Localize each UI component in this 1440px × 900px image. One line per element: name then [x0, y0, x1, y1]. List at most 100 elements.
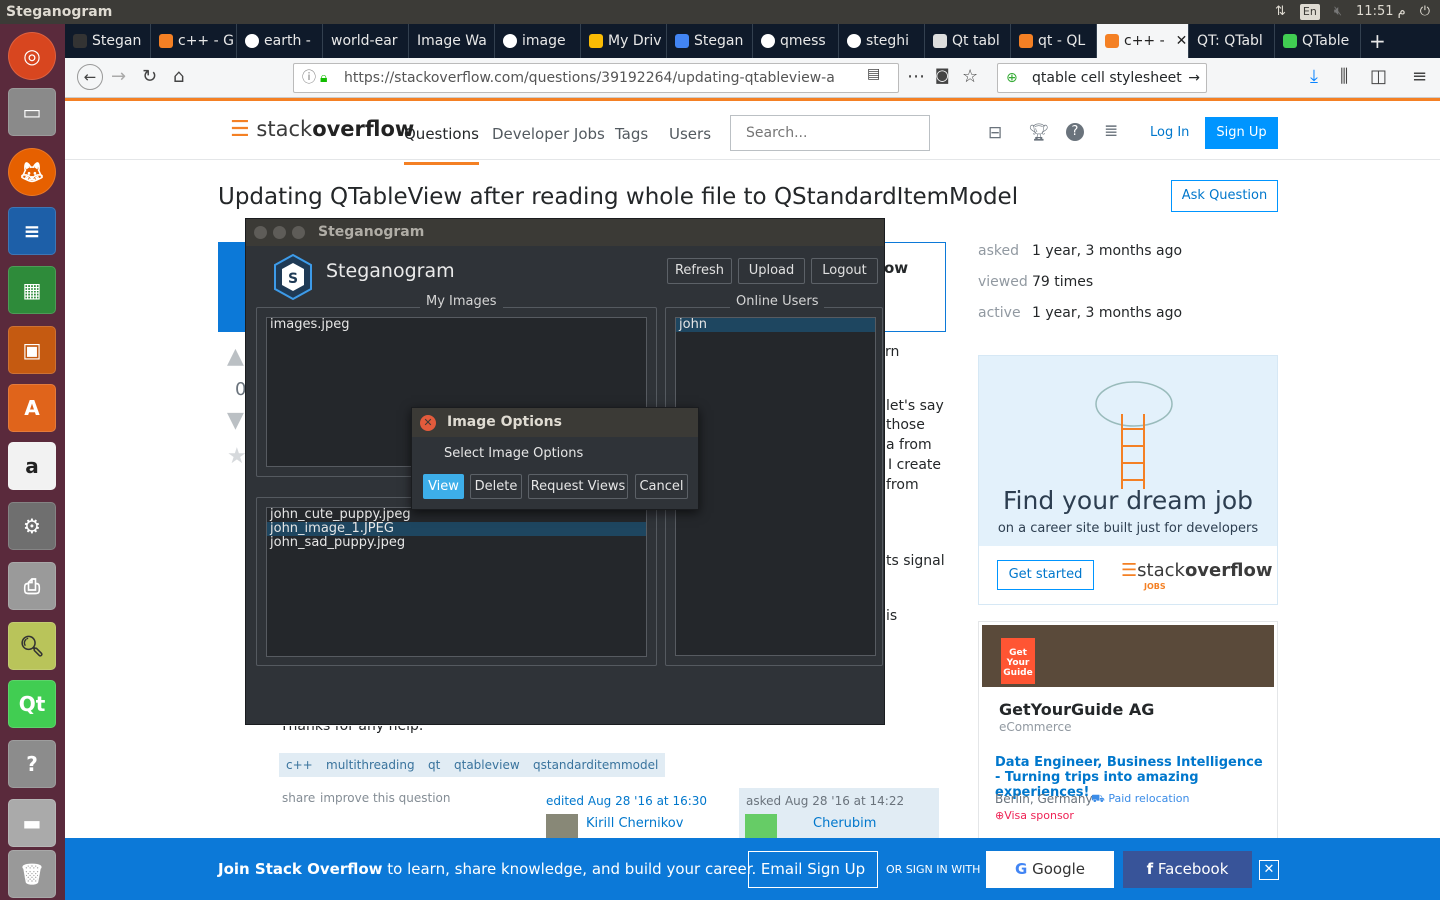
editor-name[interactable]: Kirill Chernikov: [586, 816, 683, 831]
google-signin-button[interactable]: G Google: [986, 851, 1114, 888]
user-images-list[interactable]: john_cute_puppy.jpeg john_image_1.JPEG j…: [266, 507, 647, 657]
browser-tab[interactable]: c++ - G: [151, 24, 237, 58]
browser-tab[interactable]: QTable: [1275, 24, 1361, 58]
login-link[interactable]: Log In: [1150, 125, 1189, 140]
avatar[interactable]: [745, 814, 777, 840]
logout-button[interactable]: Logout: [811, 258, 878, 284]
upvote-icon[interactable]: ▲: [227, 344, 244, 369]
qt-creator-icon[interactable]: Qt: [8, 680, 56, 728]
get-started-button[interactable]: Get started: [997, 560, 1094, 590]
refresh-button[interactable]: Refresh: [667, 258, 732, 284]
tag[interactable]: multithreading: [319, 753, 422, 777]
search-go-icon[interactable]: →: [1188, 64, 1200, 92]
question-title[interactable]: Updating QTableView after reading whole …: [218, 184, 1018, 210]
inbox-icon[interactable]: ⊟: [988, 123, 1002, 143]
browser-tab[interactable]: world-ear: [323, 24, 409, 58]
browser-tab[interactable]: Stegan: [667, 24, 753, 58]
amazon-icon[interactable]: a: [8, 442, 56, 490]
close-tab-icon[interactable]: ✕: [1176, 24, 1188, 58]
impress-icon[interactable]: ▣: [8, 326, 56, 374]
help-icon[interactable]: ?: [1066, 123, 1084, 141]
minimize-window-icon[interactable]: [273, 226, 286, 239]
printer-icon[interactable]: ⎙: [8, 562, 56, 610]
browser-tab[interactable]: QT: QTabl: [1189, 24, 1275, 58]
browser-tab[interactable]: Stegan: [65, 24, 151, 58]
nav-users[interactable]: Users: [669, 125, 711, 143]
browser-tab[interactable]: image: [495, 24, 581, 58]
maximize-window-icon[interactable]: [292, 226, 305, 239]
writer-icon[interactable]: ≡: [8, 207, 56, 255]
avatar[interactable]: [546, 814, 578, 840]
nav-questions[interactable]: Questions: [404, 125, 479, 165]
ask-question-button[interactable]: Ask Question: [1171, 180, 1278, 212]
firefox-icon[interactable]: 🦊︎: [8, 148, 56, 196]
volume-icon[interactable]: 🔇︎: [1334, 0, 1342, 24]
new-tab-button[interactable]: +: [1361, 24, 1391, 58]
help-icon[interactable]: ?: [8, 740, 56, 788]
view-button[interactable]: View: [423, 474, 464, 499]
info-icon[interactable]: ⓘ: [302, 64, 316, 92]
improve-link[interactable]: improve this question: [320, 791, 451, 805]
favorite-icon[interactable]: ★: [227, 444, 247, 469]
search-bar[interactable]: ⊕ qtable cell stylesheet →: [997, 63, 1207, 93]
share-link[interactable]: share: [282, 791, 315, 805]
power-icon[interactable]: ⏻: [1420, 0, 1430, 24]
network-icon[interactable]: ⇅: [1275, 0, 1286, 24]
drive-icon[interactable]: ▬: [8, 799, 56, 847]
signup-button[interactable]: Sign Up: [1205, 117, 1278, 149]
list-item[interactable]: images.jpeg: [267, 318, 646, 332]
site-switcher-icon[interactable]: ≣: [1104, 121, 1118, 141]
downvote-icon[interactable]: ▼: [227, 408, 244, 433]
sidebar-icon[interactable]: ◫: [1370, 66, 1387, 87]
calc-icon[interactable]: ▦: [8, 266, 56, 314]
tag[interactable]: qstandarditemmodel: [526, 753, 666, 777]
software-center-icon[interactable]: A: [8, 384, 56, 432]
browser-tab[interactable]: steghi: [839, 24, 925, 58]
settings-icon[interactable]: ⚙: [8, 502, 56, 550]
browser-tab[interactable]: qt - QL: [1011, 24, 1097, 58]
reader-view-icon[interactable]: ▤: [867, 66, 880, 82]
so-logo[interactable]: ☰ stackoverflow: [230, 117, 414, 142]
upload-button[interactable]: Upload: [738, 258, 805, 284]
image-viewer-icon[interactable]: 🔍︎: [8, 622, 56, 670]
downloads-icon[interactable]: ⤓: [1310, 66, 1318, 87]
browser-tab-active[interactable]: c++ - ✕: [1097, 24, 1189, 58]
browser-tab[interactable]: qmess: [753, 24, 839, 58]
cancel-button[interactable]: Cancel: [635, 474, 688, 499]
menu-icon[interactable]: ≡: [1412, 66, 1427, 87]
window-titlebar[interactable]: Steganogram: [246, 219, 884, 246]
delete-button[interactable]: Delete: [470, 474, 522, 499]
page-actions-icon[interactable]: ⋯: [907, 66, 925, 87]
browser-tab[interactable]: Image Wa: [409, 24, 495, 58]
company-name[interactable]: GetYourGuide AG: [999, 700, 1154, 719]
reload-icon[interactable]: ↻: [142, 66, 157, 87]
company-ad[interactable]: Get Your Guide GetYourGuide AG eCommerce…: [978, 621, 1278, 851]
files-icon[interactable]: ▭: [8, 88, 56, 136]
forward-icon[interactable]: →: [111, 66, 126, 87]
ubuntu-dash-icon[interactable]: ◎: [8, 32, 56, 80]
back-icon[interactable]: ←: [77, 64, 103, 90]
keyboard-layout[interactable]: En: [1299, 4, 1320, 20]
tag[interactable]: qtableview: [447, 753, 527, 777]
tag[interactable]: qt: [421, 753, 448, 777]
list-item-selected[interactable]: john_image_1.JPEG: [267, 522, 646, 536]
pocket-icon[interactable]: ◙: [935, 66, 950, 84]
jobs-ad[interactable]: Find your dream job on a career site bui…: [978, 355, 1278, 605]
achievements-icon[interactable]: 🏆︎: [1028, 123, 1050, 143]
bookmark-star-icon[interactable]: ☆: [962, 66, 978, 87]
online-users-list[interactable]: john: [675, 317, 876, 656]
edited-info[interactable]: edited Aug 28 '16 at 16:30: [546, 794, 707, 808]
trash-icon[interactable]: 🗑︎: [8, 850, 56, 898]
browser-tab[interactable]: Qt tabl: [925, 24, 1011, 58]
so-search-input[interactable]: [730, 115, 930, 151]
browser-tab[interactable]: My Driv: [581, 24, 667, 58]
close-dialog-icon[interactable]: ✕: [420, 415, 436, 431]
nav-tags[interactable]: Tags: [615, 125, 648, 143]
close-banner-icon[interactable]: ✕: [1259, 860, 1279, 880]
request-views-button[interactable]: Request Views: [528, 474, 628, 499]
list-item[interactable]: john_cute_puppy.jpeg: [267, 508, 646, 522]
home-icon[interactable]: ⌂: [173, 66, 184, 87]
tag[interactable]: c++: [279, 753, 320, 777]
close-window-icon[interactable]: [254, 226, 267, 239]
browser-tab[interactable]: earth -: [237, 24, 323, 58]
